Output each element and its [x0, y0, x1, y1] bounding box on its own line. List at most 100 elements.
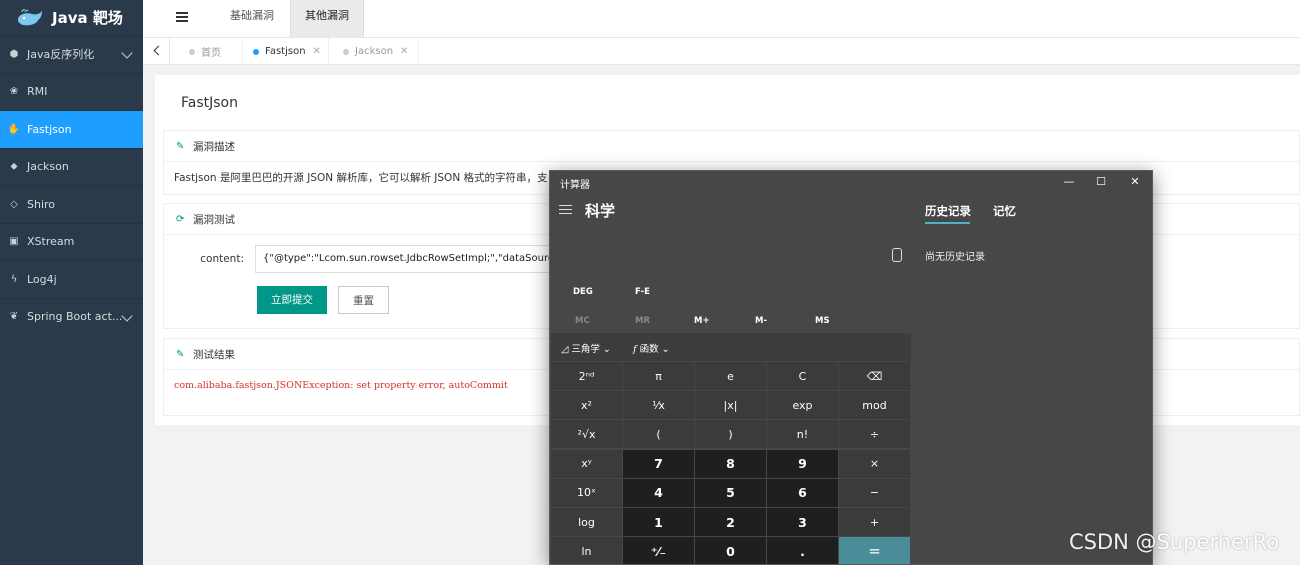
memory-clear-button[interactable]: MC — [575, 316, 590, 326]
calc-key-r6-c0[interactable]: ln — [551, 537, 622, 564]
app-logo[interactable]: Java 靶场 — [0, 0, 143, 35]
calc-key-r3-c3[interactable]: 9 — [767, 449, 838, 478]
memory-subtract-button[interactable]: M- — [755, 316, 767, 326]
function-dropdown[interactable]: f 函数 ⌄ — [633, 341, 670, 355]
page-tab-bar: 首页 Fastjson ✕ Jackson ✕ — [143, 38, 1300, 65]
calc-key-r0-c3[interactable]: C — [767, 362, 838, 390]
sidebar-item-label: Jackson — [27, 160, 69, 174]
reset-button[interactable]: 重置 — [338, 286, 389, 314]
sidebar: Java 靶场 ⬢ Java反序列化 ❀ RMI ✋ Fastjson ⬥ Jackson ◇ S… — [0, 0, 143, 565]
calc-key-r1-c1[interactable]: ¹⁄x — [623, 391, 694, 420]
calc-key-r0-c4[interactable]: ⌫ — [839, 362, 910, 390]
card-header: ✎ 漏洞描述 — [164, 131, 1299, 162]
id-card-icon: ▣ — [9, 236, 19, 248]
calc-key-r3-c1[interactable]: 7 — [623, 449, 694, 478]
sidebar-item-log4j[interactable]: ϟ Log4j — [0, 260, 143, 298]
pen-icon: ✎ — [176, 348, 185, 360]
calc-key-r2-c1[interactable]: ( — [623, 420, 694, 449]
calculator-mode: 科学 — [585, 202, 616, 220]
calc-key-r2-c3[interactable]: n! — [767, 420, 838, 449]
fe-button[interactable]: F-E — [635, 287, 650, 297]
calc-key-r3-c2[interactable]: 8 — [695, 449, 766, 478]
tab-history[interactable]: 历史记录 — [925, 203, 971, 219]
calc-key-r5-c0[interactable]: log — [551, 508, 622, 536]
sidebar-item-jackson[interactable]: ⬥ Jackson — [0, 147, 143, 186]
function-toolbar: ◿ 三角学 ⌄ f 函数 ⌄ — [551, 333, 911, 361]
maximize-icon[interactable]: ☐ — [1094, 175, 1108, 189]
calc-key-r2-c0[interactable]: ²√x — [551, 420, 622, 449]
pen-icon: ✎ — [176, 140, 185, 152]
chevron-down-icon[interactable] — [121, 309, 133, 322]
sidebar-item-java[interactable]: ⬢ Java反序列化 — [0, 35, 143, 73]
hand-icon: ✋ — [7, 123, 21, 135]
close-icon[interactable]: ✕ — [1128, 175, 1142, 189]
calc-key-r4-c0[interactable]: 10ˣ — [551, 478, 622, 507]
bolt-icon: ϟ — [10, 273, 18, 285]
content-label: content: — [200, 253, 244, 265]
chevron-down-icon[interactable] — [121, 47, 133, 59]
calc-key-r2-c4[interactable]: ÷ — [839, 420, 910, 449]
paw-icon: ❀ — [9, 86, 19, 98]
calc-key-r4-c4[interactable]: − — [839, 478, 910, 507]
calc-key-r4-c3[interactable]: 6 — [767, 478, 838, 507]
trig-dropdown[interactable]: ◿ 三角学 ⌄ — [561, 341, 611, 355]
calc-key-r5-c4[interactable]: + — [839, 508, 910, 536]
tab-scroll-left-icon[interactable] — [143, 38, 170, 65]
calc-key-r1-c4[interactable]: mod — [839, 391, 910, 420]
calc-key-r6-c1[interactable]: ⁺⁄₋ — [623, 537, 694, 564]
calc-key-r0-c1[interactable]: π — [623, 362, 694, 390]
sidebar-item-label: Fastjson — [27, 122, 72, 136]
minimize-icon[interactable]: — — [1062, 175, 1076, 189]
tab-other-vulns[interactable]: 其他漏洞 — [290, 0, 364, 38]
page-tab-home[interactable]: 首页 — [181, 38, 243, 65]
sidebar-item-fastjson[interactable]: ✋ Fastjson — [0, 110, 143, 148]
menu-toggle-icon[interactable] — [176, 12, 188, 22]
trig-label: 三角学 — [571, 344, 600, 355]
page-tab-label: Jackson — [355, 46, 394, 57]
memory-add-button[interactable]: M+ — [694, 316, 710, 326]
memory-store-button[interactable]: MS — [815, 316, 830, 326]
hamburger-menu-icon[interactable] — [559, 205, 572, 217]
calc-key-r1-c2[interactable]: |x| — [695, 391, 766, 420]
close-icon[interactable]: ✕ — [313, 46, 321, 57]
tag-icon: ⬥ — [10, 161, 18, 173]
page-tab-jackson[interactable]: Jackson ✕ — [335, 38, 419, 65]
calc-key-r4-c1[interactable]: 4 — [623, 478, 694, 507]
calc-key-r5-c3[interactable]: 3 — [767, 508, 838, 536]
close-icon[interactable]: ✕ — [400, 46, 408, 57]
calculator-window[interactable]: 计算器 — ☐ ✕ 科学 历史记录 记忆 尚无历史记录 DEG F-E MC M… — [549, 170, 1153, 565]
card-title: 漏洞测试 — [193, 213, 235, 226]
sidebar-nav: ⬢ Java反序列化 ❀ RMI ✋ Fastjson ⬥ Jackson ◇ Shiro ▣ XSt… — [0, 35, 143, 335]
deg-button[interactable]: DEG — [573, 287, 593, 297]
calc-key-r1-c3[interactable]: exp — [767, 391, 838, 420]
calc-key-r6-c3[interactable]: . — [767, 537, 838, 564]
calc-key-r3-c4[interactable]: × — [839, 449, 910, 478]
page-title: FastJson — [181, 95, 238, 111]
tab-memory[interactable]: 记忆 — [993, 203, 1016, 219]
calc-key-r0-c0[interactable]: 2ⁿᵈ — [551, 362, 622, 390]
calc-key-r2-c2[interactable]: ) — [695, 420, 766, 449]
cursor-icon — [892, 248, 902, 262]
page-tab-fastjson[interactable]: Fastjson ✕ — [245, 38, 329, 65]
sidebar-item-rmi[interactable]: ❀ RMI — [0, 72, 143, 111]
sidebar-item-xstream[interactable]: ▣ XStream — [0, 222, 143, 261]
sidebar-item-shiro[interactable]: ◇ Shiro — [0, 185, 143, 223]
calc-key-r1-c0[interactable]: x² — [551, 391, 622, 420]
sidebar-item-label: Shiro — [27, 197, 56, 211]
submit-button[interactable]: 立即提交 — [257, 286, 327, 314]
sidebar-item-label: XStream — [27, 235, 75, 249]
leaf-icon: ❦ — [9, 311, 19, 323]
memory-recall-button[interactable]: MR — [635, 316, 650, 326]
sidebar-item-spring-boot-act[interactable]: ❦ Spring Boot act... — [0, 297, 143, 336]
tab-basic-vulns[interactable]: 基础漏洞 — [215, 0, 289, 38]
calc-key-r5-c2[interactable]: 2 — [695, 508, 766, 536]
content-input[interactable]: {"@type":"Lcom.sun.rowset.JdbcRowSetImpl… — [255, 245, 555, 273]
sidebar-item-label: Log4j — [27, 272, 57, 286]
triangle-ruler-icon: ◿ — [561, 344, 569, 355]
calc-key-r6-c4[interactable]: = — [839, 537, 910, 564]
calc-key-r3-c0[interactable]: xʸ — [551, 449, 622, 478]
calc-key-r0-c2[interactable]: e — [695, 362, 766, 390]
calc-key-r5-c1[interactable]: 1 — [623, 508, 694, 536]
calc-key-r4-c2[interactable]: 5 — [695, 478, 766, 507]
calc-key-r6-c2[interactable]: 0 — [695, 537, 766, 564]
